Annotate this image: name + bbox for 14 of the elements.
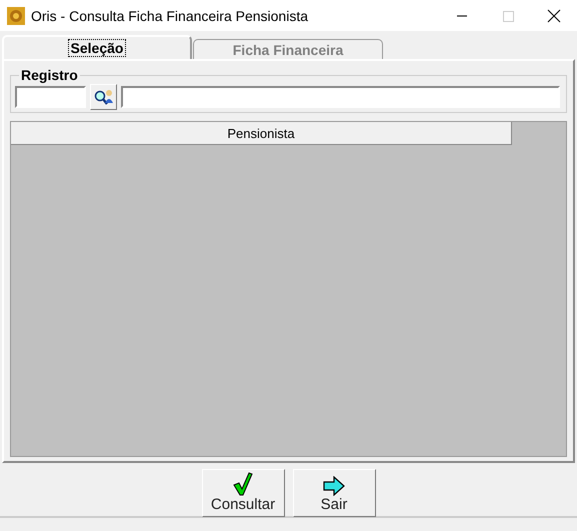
registro-field[interactable] [15, 86, 86, 108]
arrow-icon [323, 476, 345, 496]
maximize-icon [502, 10, 514, 22]
group-label: Registro [20, 67, 79, 83]
name-field[interactable] [121, 86, 560, 108]
app-icon [7, 6, 25, 24]
window-title: Oris - Consulta Ficha Financeira Pensionista [31, 8, 310, 24]
action-button[interactable]: Sair [292, 469, 376, 517]
close-icon [547, 8, 561, 22]
check-icon [233, 472, 253, 496]
search-button[interactable] [90, 84, 117, 110]
tab[interactable]: Seleção [2, 35, 192, 59]
column-header[interactable]: Pensionista [11, 122, 512, 145]
action-button[interactable]: Consultar [202, 469, 284, 517]
